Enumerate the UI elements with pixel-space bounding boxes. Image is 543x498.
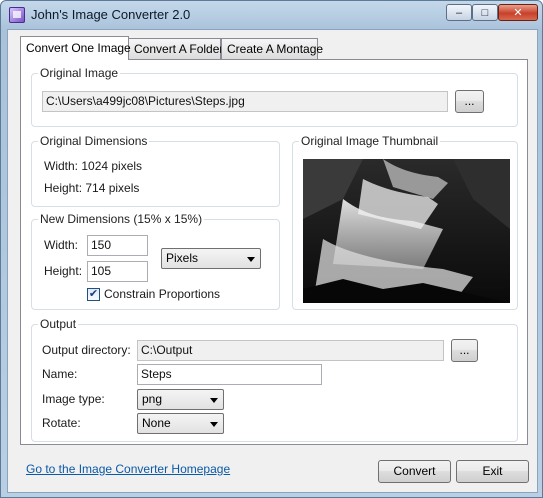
tab-convert-one-image[interactable]: Convert One Image [20,36,131,60]
original-height-text: Height: 714 pixels [44,181,140,195]
original-image-group: Original Image C:\Users\a499jc08\Picture… [31,66,518,127]
title-bar[interactable]: John's Image Converter 2.0 – □ ✕ [1,1,542,29]
tab-panel: Original Image C:\Users\a499jc08\Picture… [20,59,528,445]
rotate-label: Rotate: [42,416,81,430]
image-type-dropdown[interactable]: png [137,389,224,410]
browse-output-directory-button[interactable]: ... [451,339,478,362]
output-group: Output Output directory: C:\Output ... N… [31,317,518,442]
new-dimensions-group-label: New Dimensions (15% x 15%) [38,212,205,226]
output-directory-field[interactable]: C:\Output [137,340,444,361]
homepage-link[interactable]: Go to the Image Converter Homepage [26,462,230,476]
new-height-input[interactable]: 105 [87,261,148,282]
thumbnail-group-label: Original Image Thumbnail [299,134,441,148]
chevron-down-icon [247,257,255,262]
window-title: John's Image Converter 2.0 [31,7,191,22]
chevron-down-icon [210,422,218,427]
tab-convert-a-folder[interactable]: Convert A Folder [128,38,223,59]
exit-button[interactable]: Exit [456,460,529,483]
image-type-label: Image type: [42,392,105,406]
maximize-button[interactable]: □ [472,4,498,21]
browse-image-button[interactable]: ... [455,90,484,113]
original-image-group-label: Original Image [38,66,121,80]
tab-create-a-montage[interactable]: Create A Montage [221,38,323,59]
unit-dropdown[interactable]: Pixels [161,248,261,269]
output-group-label: Output [38,317,79,331]
original-dimensions-group-label: Original Dimensions [38,134,150,148]
new-dimensions-group: New Dimensions (15% x 15%) Width: 150 He… [31,212,280,310]
constrain-proportions-label[interactable]: Constrain Proportions [104,287,220,301]
new-height-label: Height: [44,264,83,278]
output-directory-label: Output directory: [42,343,131,357]
output-name-label: Name: [42,367,78,381]
waterfall-image [303,159,510,303]
rotate-value: None [142,416,171,430]
client-area: Convert One Image Convert A Folder Creat… [7,29,538,493]
app-icon [9,7,25,23]
original-dimensions-group: Original Dimensions Width: 1024 pixels H… [31,134,280,207]
output-name-input[interactable]: Steps [137,364,322,385]
original-width-text: Width: 1024 pixels [44,159,143,173]
minimize-button[interactable]: – [446,4,472,21]
app-window: John's Image Converter 2.0 – □ ✕ Convert… [0,0,543,498]
image-type-value: png [142,392,163,406]
chevron-down-icon [210,398,218,403]
unit-dropdown-value: Pixels [166,251,199,265]
constrain-proportions-checkbox[interactable]: ✔ [87,288,100,301]
new-width-input[interactable]: 150 [87,235,148,256]
thumbnail-image [303,159,510,303]
rotate-dropdown[interactable]: None [137,413,224,434]
thumbnail-group: Original Image Thumbnail [292,134,518,310]
convert-button[interactable]: Convert [378,460,451,483]
new-width-label: Width: [44,238,79,252]
original-image-path-field[interactable]: C:\Users\a499jc08\Pictures\Steps.jpg [42,91,448,112]
close-button[interactable]: ✕ [498,4,538,21]
